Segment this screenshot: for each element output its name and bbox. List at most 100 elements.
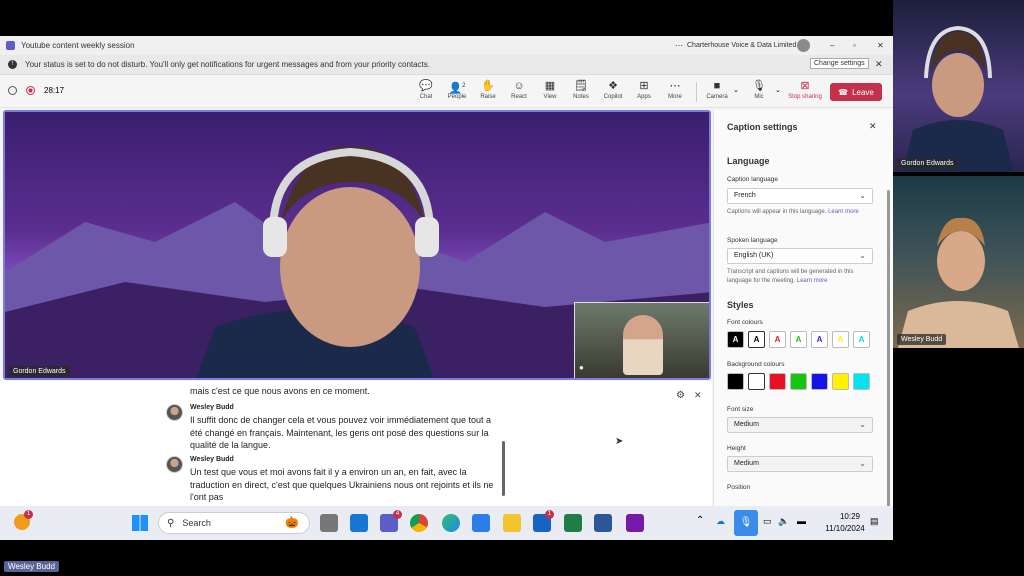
height-dropdown[interactable]: Medium ⌄ xyxy=(727,456,873,472)
phone-hangup-icon: ☎ xyxy=(838,87,849,97)
font-size-label: Font size xyxy=(727,406,754,413)
font-size-dropdown[interactable]: Medium ⌄ xyxy=(727,417,873,433)
mic-button[interactable]: 🎙 Mic xyxy=(744,78,774,106)
font-colour-swatch[interactable]: A xyxy=(769,331,786,348)
background-colour-swatch[interactable] xyxy=(811,373,828,390)
volume-icon[interactable]: 🔈 xyxy=(778,516,789,527)
main-speaker-name: Gordon Edwards xyxy=(9,366,70,377)
caption-learn-more-link[interactable]: Learn more xyxy=(828,209,859,215)
live-captions-pane: mais c'est ce que nous avons en ce momen… xyxy=(0,381,712,506)
caption-partial-line: mais c'est ce que nous avons en ce momen… xyxy=(190,386,370,396)
spoken-language-dropdown[interactable]: English (UK) ⌄ xyxy=(727,248,873,264)
excel-icon[interactable] xyxy=(564,514,582,532)
dnd-notice: ! Your status is set to do not disturb. … xyxy=(0,55,893,75)
minimize-icon[interactable]: – xyxy=(830,41,834,50)
clock-date[interactable]: 11/10/2024 xyxy=(820,524,870,533)
chat-label: Chat xyxy=(419,94,433,100)
font-colour-swatch[interactable]: A xyxy=(790,331,807,348)
weather-badge: 1 xyxy=(24,510,33,519)
copilot-button[interactable]: ❖ Copilot xyxy=(598,78,628,106)
raise-hand-button[interactable]: ✋ Raise xyxy=(473,78,503,106)
taskbar-search-box[interactable]: ⚲ Search 🎃 xyxy=(158,512,310,534)
caption-language-help: Captions will appear in this language. L… xyxy=(727,208,877,217)
react-button[interactable]: ☺ React xyxy=(504,78,534,106)
self-view-person xyxy=(623,315,663,375)
chat-icon: 💬 xyxy=(419,80,433,92)
mic-icon: 🎙 xyxy=(752,80,766,92)
cloud-icon[interactable]: ☁ xyxy=(716,516,725,527)
panel-scrollbar[interactable] xyxy=(887,190,890,506)
copilot-label: Copilot xyxy=(603,94,623,100)
stop-sharing-button[interactable]: ⊠ Stop sharing xyxy=(787,78,823,106)
leave-button[interactable]: ☎ Leave xyxy=(830,83,882,101)
caption-language-dropdown[interactable]: French ⌄ xyxy=(727,188,873,204)
word-icon[interactable] xyxy=(594,514,612,532)
clock-time[interactable]: 10:29 xyxy=(830,512,870,521)
app-icon[interactable] xyxy=(472,514,490,532)
captions-close-icon[interactable]: ✕ xyxy=(694,390,702,401)
more-button[interactable]: ⋯ More xyxy=(660,78,690,106)
more-options-icon[interactable]: ⋯ xyxy=(675,41,683,50)
restore-icon[interactable]: ▫ xyxy=(853,41,856,50)
notifications-icon[interactable]: ▤ xyxy=(870,516,879,527)
background-colour-swatch[interactable] xyxy=(748,373,765,390)
mouse-cursor-icon: ➤ xyxy=(615,436,624,447)
toolbar-divider xyxy=(696,82,697,102)
font-colours-label: Font colours xyxy=(727,319,763,326)
tray-chevron-up-icon[interactable]: ⌃ xyxy=(696,515,704,526)
font-colour-swatch[interactable]: A xyxy=(832,331,849,348)
background-colour-swatch[interactable] xyxy=(727,373,744,390)
outlook-icon[interactable] xyxy=(350,514,368,532)
file-explorer-icon[interactable] xyxy=(503,514,521,532)
apps-button[interactable]: ⊞ Apps xyxy=(629,78,659,106)
camera-button[interactable]: ■ Camera xyxy=(702,78,732,106)
captions-settings-gear-icon[interactable]: ⚙ xyxy=(676,390,685,401)
view-button[interactable]: ▦ View xyxy=(535,78,565,106)
self-view-tile[interactable]: ● xyxy=(574,302,709,378)
windows-start-icon[interactable] xyxy=(132,515,148,531)
close-window-icon[interactable]: ✕ xyxy=(877,41,884,50)
profile-avatar[interactable] xyxy=(797,39,810,52)
notes-icon: 🗒 xyxy=(574,80,588,92)
participant-tile-wesley[interactable]: Wesley Budd xyxy=(893,176,1024,348)
chrome-icon[interactable] xyxy=(410,514,428,532)
change-settings-button[interactable]: Change settings xyxy=(810,58,869,69)
battery-icon[interactable]: ▬ xyxy=(797,516,806,526)
dismiss-notice-icon[interactable]: ✕ xyxy=(875,59,883,70)
background-colour-swatch[interactable] xyxy=(769,373,786,390)
caption-language-value: French xyxy=(734,192,756,199)
people-button[interactable]: 👤2 People xyxy=(442,78,472,106)
caption-settings-panel: Caption settings ✕ Language Caption lang… xyxy=(713,110,893,506)
microphone-tray-icon[interactable]: 🎙 xyxy=(734,510,758,536)
font-colour-swatch[interactable]: A xyxy=(811,331,828,348)
participant-tile-gordon[interactable]: Gordon Edwards xyxy=(893,0,1024,172)
mic-options-chevron-icon[interactable]: ⌄ xyxy=(775,86,781,94)
camera-options-chevron-icon[interactable]: ⌄ xyxy=(733,86,739,94)
captions-scrollbar[interactable] xyxy=(502,441,505,496)
background-colour-swatch[interactable] xyxy=(790,373,807,390)
font-colour-swatch[interactable]: A xyxy=(853,331,870,348)
people-label: People xyxy=(447,94,467,100)
main-video-stage: ● Gordon Edwards xyxy=(3,110,711,380)
apps-label: Apps xyxy=(637,94,651,100)
onenote-icon[interactable] xyxy=(626,514,644,532)
caption-text: Un test que vous et moi avons fait il y … xyxy=(190,467,494,502)
styles-heading: Styles xyxy=(727,300,754,310)
copilot-icon: ❖ xyxy=(608,80,618,92)
notes-button[interactable]: 🗒 Notes xyxy=(566,78,596,106)
task-view-icon[interactable] xyxy=(320,514,338,532)
background-colour-swatch[interactable] xyxy=(832,373,849,390)
view-icon: ▦ xyxy=(544,80,556,92)
spoken-learn-more-link[interactable]: Learn more xyxy=(797,278,828,284)
windows-taskbar: 1 ⚲ Search 🎃 4 1 ⌃ ☁ 🎙 ▭ 🔈 ▬ 10:29 11/10… xyxy=(0,506,893,540)
font-colour-swatch[interactable]: A xyxy=(748,331,765,348)
chat-button[interactable]: 💬 Chat xyxy=(411,78,441,106)
edge-icon[interactable] xyxy=(442,514,460,532)
panel-close-icon[interactable]: ✕ xyxy=(869,121,877,132)
display-icon[interactable]: ▭ xyxy=(763,516,772,527)
font-colour-swatch[interactable]: A xyxy=(727,331,744,348)
people-icon: 👤2 xyxy=(448,82,466,95)
background-colour-swatch[interactable] xyxy=(853,373,870,390)
info-icon: ! xyxy=(8,60,17,69)
teams-logo-icon xyxy=(6,41,15,50)
